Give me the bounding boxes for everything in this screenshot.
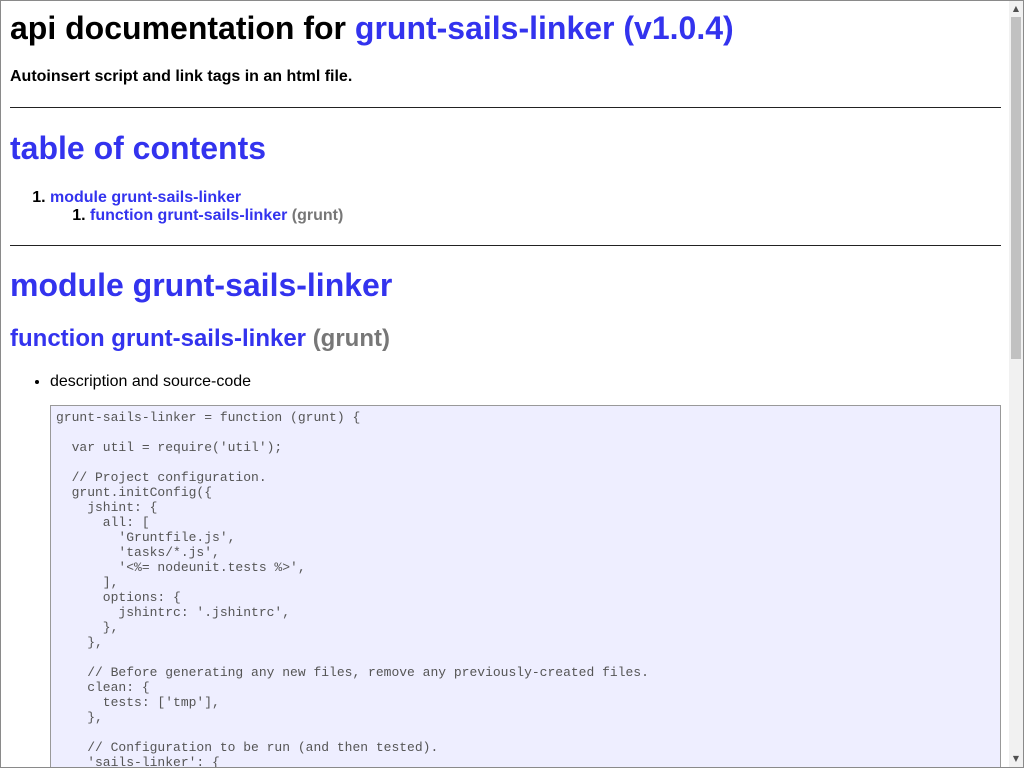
function-heading-args: (grunt) — [312, 325, 390, 352]
toc-module-link[interactable]: module grunt-sails-linker — [50, 189, 241, 206]
table-of-contents: module grunt-sails-linker function grunt… — [10, 189, 1001, 225]
toc-item-function: function grunt-sails-linker (grunt) — [90, 207, 1001, 225]
browser-viewport: api documentation for grunt-sails-linker… — [0, 0, 1024, 768]
package-link[interactable]: grunt-sails-linker (v1.0.4) — [355, 10, 734, 46]
toc-heading[interactable]: table of contents — [10, 129, 266, 167]
scrollbar-thumb[interactable] — [1011, 17, 1021, 359]
description-list: description and source-code — [10, 372, 1023, 392]
scroll-down-arrow-icon[interactable]: ▼ — [1009, 752, 1023, 766]
page-title: api documentation for grunt-sails-linker… — [10, 9, 734, 47]
source-code-block: grunt-sails-linker = function (grunt) { … — [50, 405, 1001, 767]
description-bullet: description and source-code — [50, 372, 1023, 392]
divider-2 — [10, 245, 1001, 246]
function-heading-link[interactable]: function grunt-sails-linker — [10, 325, 306, 352]
module-heading[interactable]: module grunt-sails-linker — [10, 266, 392, 304]
scroll-up-arrow-icon[interactable]: ▲ — [1009, 2, 1023, 16]
toc-function-args: (grunt) — [291, 207, 344, 224]
function-heading: function grunt-sails-linker (grunt) — [10, 325, 390, 353]
toc-function-link[interactable]: function grunt-sails-linker — [90, 207, 287, 224]
package-description: Autoinsert script and link tags in an ht… — [10, 68, 353, 85]
toc-item-module: module grunt-sails-linker function grunt… — [50, 189, 1001, 225]
vertical-scrollbar[interactable]: ▲ ▼ — [1009, 1, 1023, 767]
divider-1 — [10, 107, 1001, 108]
page-title-prefix: api documentation for — [10, 10, 346, 46]
